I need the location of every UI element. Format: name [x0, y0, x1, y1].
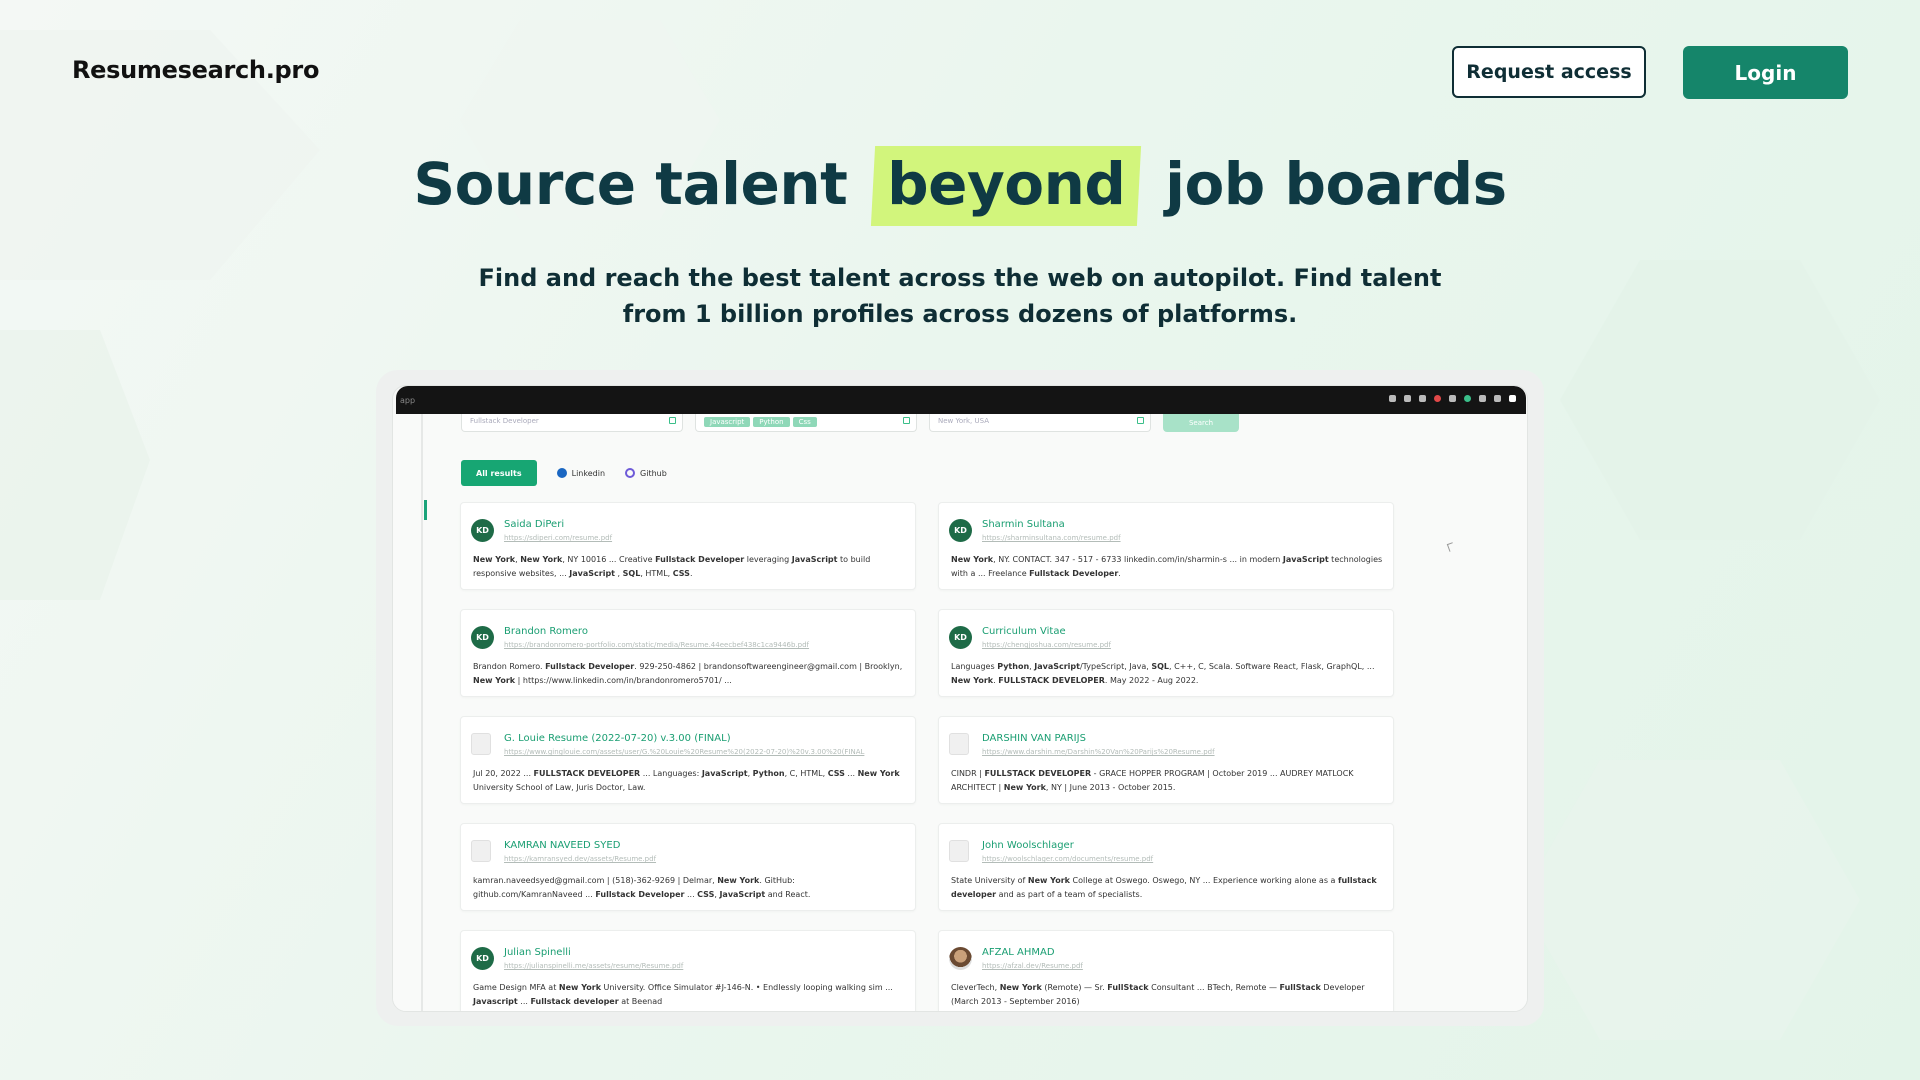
star-icon[interactable] — [1419, 395, 1426, 402]
result-card[interactable]: KAMRAN NAVEED SYED https://kamransyed.dev… — [460, 823, 916, 911]
mouse-cursor-icon — [1446, 542, 1456, 552]
key-icon[interactable] — [1389, 395, 1396, 402]
result-title[interactable]: Curriculum Vitae — [982, 626, 1066, 637]
result-snippet: New York, NY. CONTACT. 347 - 517 - 6733 … — [951, 555, 1383, 578]
result-url[interactable]: https://sharminsultana.com/resume.pdf — [982, 534, 1387, 542]
result-card[interactable]: KD Saida DiPeri https://sdiperi.com/resume… — [460, 502, 916, 590]
highlight-text: beyond — [887, 150, 1126, 218]
document-icon — [949, 733, 969, 755]
result-url[interactable]: https://chengjoshua.com/resume.pdf — [982, 641, 1387, 649]
result-title[interactable]: Sharmin Sultana — [982, 519, 1065, 530]
search-button[interactable]: Search — [1163, 414, 1239, 432]
location-value: New York, USA — [938, 417, 989, 425]
browser-extension-icons — [1389, 395, 1516, 402]
result-snippet: Languages Python, JavaScript/TypeScript,… — [951, 662, 1375, 685]
result-url[interactable]: https://sdiperi.com/resume.pdf — [504, 534, 909, 542]
result-title[interactable]: Saida DiPeri — [504, 519, 564, 530]
result-url[interactable]: https://afzal.dev/Resume.pdf — [982, 962, 1387, 970]
login-button[interactable]: Login — [1683, 46, 1848, 99]
result-tabs: All results Linkedin Github — [461, 460, 667, 486]
hero-title: Source talent beyond job boards — [0, 146, 1920, 226]
hero-subtitle: Find and reach the best talent across th… — [478, 264, 1442, 328]
tab-all-results[interactable]: All results — [461, 460, 537, 486]
skill-tag[interactable]: Python — [753, 417, 790, 427]
avatar: KD — [471, 626, 494, 649]
document-icon — [949, 840, 969, 862]
result-card[interactable]: DARSHIN VAN PARIJS https://www.darshin.me… — [938, 716, 1394, 804]
external-link-icon — [669, 417, 676, 424]
external-link-icon — [1137, 417, 1144, 424]
avatar: KD — [949, 519, 972, 542]
result-url[interactable]: https://www.ginglouie.com/assets/user/G.… — [504, 748, 909, 756]
result-url[interactable]: https://julianspinelli.me/assets/resume/… — [504, 962, 909, 970]
result-title[interactable]: G. Louie Resume (2022-07-20) v.3.00 (FIN… — [504, 733, 731, 744]
hero-title-after: job boards — [1165, 150, 1507, 218]
avatar: KD — [471, 519, 494, 542]
skill-tag[interactable]: Css — [792, 417, 817, 427]
puzzle-icon[interactable] — [1479, 395, 1486, 402]
result-card[interactable]: G. Louie Resume (2022-07-20) v.3.00 (FIN… — [460, 716, 916, 804]
skill-tag[interactable]: Javascript — [704, 417, 751, 427]
result-title[interactable]: John Woolschlager — [982, 840, 1074, 851]
avatar: KD — [471, 947, 494, 970]
result-snippet: CINDR | FULLSTACK DEVELOPER - GRACE HOPP… — [951, 769, 1354, 792]
extension-icon[interactable] — [1449, 395, 1456, 402]
result-snippet: New York, New York, NY 10016 ... Creativ… — [473, 555, 871, 578]
result-snippet: kamran.naveedsyed@gmail.com | (518)-362-… — [473, 876, 811, 899]
result-snippet: Game Design MFA at New York University. … — [473, 983, 893, 1006]
result-card[interactable]: AFZAL AHMAD https://afzal.dev/Resume.pdf C… — [938, 930, 1394, 1011]
job-title-input[interactable]: Fullstack Developer — [461, 414, 683, 432]
extension-red-icon[interactable] — [1434, 395, 1441, 402]
sidebar — [421, 414, 423, 1011]
browser-toolbar: app — [396, 386, 1526, 414]
hero-title-before: Source talent — [413, 150, 848, 218]
hero-title-highlight: beyond — [870, 146, 1142, 226]
document-icon — [471, 733, 491, 755]
profile-photo — [949, 947, 972, 970]
result-snippet: Jul 20, 2022 ... FULLSTACK DEVELOPER ...… — [473, 769, 900, 792]
document-icon — [471, 840, 491, 862]
search-bar: Fullstack Developer Javascript Python Css … — [461, 414, 1239, 432]
extension-green-icon[interactable] — [1464, 395, 1471, 402]
result-url[interactable]: https://www.darshin.me/Darshin%20Van%20P… — [982, 748, 1387, 756]
result-url[interactable]: https://kamransyed.dev/assets/Resume.pdf — [504, 855, 909, 863]
result-snippet: CleverTech, New York (Remote) — Sr. Full… — [951, 983, 1365, 1006]
browser-url: app — [400, 396, 416, 405]
result-card[interactable]: John Woolschlager https://woolschlager.co… — [938, 823, 1394, 911]
result-snippet: State University of New York College at … — [951, 876, 1377, 899]
result-title[interactable]: AFZAL AHMAD — [982, 947, 1055, 958]
location-input[interactable]: New York, USA — [929, 414, 1151, 432]
brand-logo[interactable]: Resumesearch.pro — [72, 56, 319, 84]
app-content: Fullstack Developer Javascript Python Css … — [393, 414, 1527, 1011]
tab-linkedin[interactable]: Linkedin — [556, 468, 606, 478]
linkedin-icon — [556, 468, 567, 478]
tab-label: Linkedin — [571, 468, 606, 478]
result-title[interactable]: Julian Spinelli — [504, 947, 571, 958]
result-card[interactable]: KD Julian Spinelli https://julianspinelli.… — [460, 930, 916, 1011]
result-card[interactable]: KD Sharmin Sultana https://sharminsultana.… — [938, 502, 1394, 590]
menu-icon[interactable] — [1494, 395, 1501, 402]
result-snippet: Brandon Romero. Fullstack Developer. 929… — [473, 662, 903, 685]
result-url[interactable]: https://woolschlager.com/documents/resum… — [982, 855, 1387, 863]
tab-label: Github — [640, 468, 667, 478]
result-url[interactable]: https://brandonromero-portfolio.com/stat… — [504, 641, 909, 649]
skills-input[interactable]: Javascript Python Css — [695, 414, 917, 432]
share-icon[interactable] — [1404, 395, 1411, 402]
result-title[interactable]: KAMRAN NAVEED SYED — [504, 840, 620, 851]
job-title-value: Fullstack Developer — [470, 417, 539, 425]
window-icon[interactable] — [1509, 395, 1516, 402]
github-icon — [625, 468, 636, 478]
request-access-button[interactable]: Request access — [1452, 46, 1646, 98]
avatar: KD — [949, 626, 972, 649]
result-title[interactable]: Brandon Romero — [504, 626, 588, 637]
result-card[interactable]: KD Brandon Romero https://brandonromero-po… — [460, 609, 916, 697]
app-screenshot: app Fullstack Developer Javascript Python… — [392, 385, 1528, 1012]
result-title[interactable]: DARSHIN VAN PARIJS — [982, 733, 1086, 744]
external-link-icon — [903, 417, 910, 424]
tab-github[interactable]: Github — [625, 468, 667, 478]
result-card[interactable]: KD Curriculum Vitae https://chengjoshua.co… — [938, 609, 1394, 697]
sidebar-active-marker — [424, 500, 427, 520]
